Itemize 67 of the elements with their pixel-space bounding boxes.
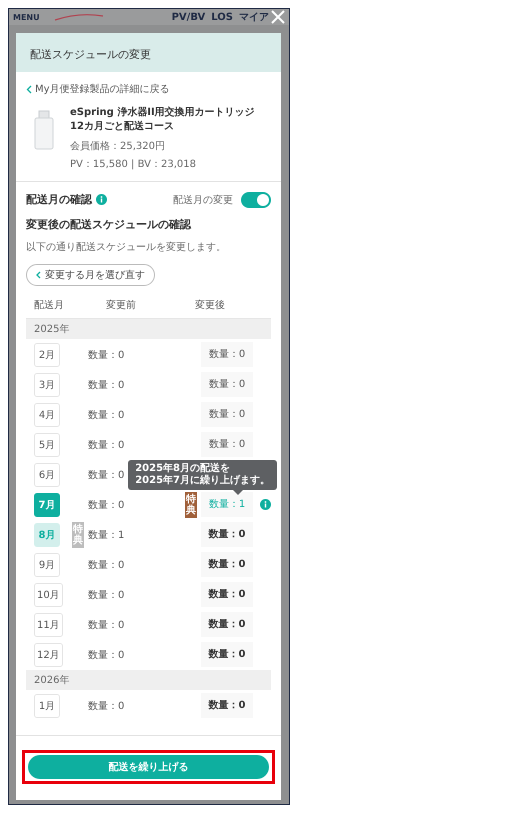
column-header: 変更前	[105, 298, 137, 312]
month-chip: 12月	[34, 642, 63, 666]
quantity-before: 数量：0	[88, 348, 124, 362]
month-chip: 4月	[34, 402, 60, 426]
quantity-after: 数量：0	[201, 552, 253, 577]
modal-title: 配送スケジュールの変更	[30, 48, 151, 61]
quantity-after: 数量：0	[201, 432, 253, 457]
bonus-badge: 特典	[185, 492, 197, 518]
back-link[interactable]: My月便登録製品の詳細に戻る	[26, 82, 170, 96]
quantity-before: 数量：0	[88, 378, 124, 392]
quantity-after: 数量：0	[201, 582, 253, 607]
subtitle: 変更後の配送スケジュールの確認	[26, 216, 192, 232]
year-label: 2025年	[34, 324, 70, 334]
close-icon[interactable]	[271, 10, 285, 24]
quantity-before: 数量：0	[88, 468, 124, 482]
month-chip: 6月	[34, 462, 60, 486]
quantity-after: 数量：1	[201, 492, 253, 517]
month-chip: 9月	[34, 552, 60, 576]
month-chip: 7月	[34, 492, 60, 516]
month-chip: 5月	[34, 432, 60, 456]
month-chip: 10月	[34, 582, 63, 606]
curve-drawing	[54, 13, 104, 21]
nav-link[interactable]: マイア	[239, 10, 269, 24]
description: 以下の通り配送スケジュールを変更します。	[26, 240, 227, 254]
info-icon[interactable]	[96, 194, 107, 205]
chevron-left-icon	[36, 270, 41, 278]
menu-link[interactable]: MENU	[13, 12, 40, 22]
month-chip: 3月	[34, 372, 60, 396]
bonus-badge: 特典	[72, 522, 84, 548]
month-chip: 11月	[34, 612, 63, 636]
quantity-before: 数量：0	[88, 618, 124, 632]
quantity-after: 数量：0	[201, 642, 253, 667]
product-image	[32, 110, 56, 150]
quantity-before: 数量：0	[88, 498, 124, 512]
quantity-after: 数量：0	[201, 372, 253, 397]
product-name: eSpring 浄水器II用交換用カートリッジ 12カ月ごと配送コース	[70, 106, 256, 134]
quantity-after: 数量：0	[201, 522, 253, 547]
product-points: PV：15,580 | BV：23,018	[70, 158, 197, 170]
nav-link[interactable]: PV/BV	[172, 12, 206, 22]
quantity-after: 数量：0	[201, 402, 253, 427]
toggle-switch[interactable]	[241, 192, 271, 208]
reselect-button[interactable]: 変更する月を選び直す	[26, 264, 155, 286]
tooltip-pointer	[233, 490, 243, 494]
quantity-after: 数量：0	[201, 342, 253, 367]
quantity-before: 数量：0	[88, 408, 124, 422]
quantity-before: 数量：0	[88, 648, 124, 662]
year-label: 2026年	[34, 674, 70, 686]
month-chip: 1月	[34, 694, 60, 718]
quantity-after: 数量：0	[201, 693, 253, 718]
quantity-before: 数量：1	[88, 528, 124, 542]
submit-button[interactable]: 配送を繰り上げる	[28, 754, 269, 778]
column-header: 配送月	[33, 298, 65, 312]
info-icon[interactable]	[260, 499, 271, 510]
quantity-after: 数量：0	[201, 612, 253, 637]
quantity-before: 数量：0	[88, 438, 124, 452]
quantity-before: 数量：0	[88, 558, 124, 572]
quantity-before: 数量：0	[88, 700, 124, 712]
month-chip: 2月	[34, 342, 60, 366]
chevron-left-icon	[26, 84, 32, 94]
tooltip: 2025年8月の配送を 2025年7月に繰り上げます。	[128, 460, 277, 490]
nav-link[interactable]: LOS	[211, 12, 233, 22]
month-chip: 8月	[34, 522, 60, 546]
toggle-label: 配送月の変更	[173, 194, 233, 206]
product-price: 会員価格：25,320円	[70, 140, 166, 152]
quantity-before: 数量：0	[88, 588, 124, 602]
column-header: 変更後	[194, 298, 226, 312]
section-title: 配送月の確認	[26, 192, 92, 207]
